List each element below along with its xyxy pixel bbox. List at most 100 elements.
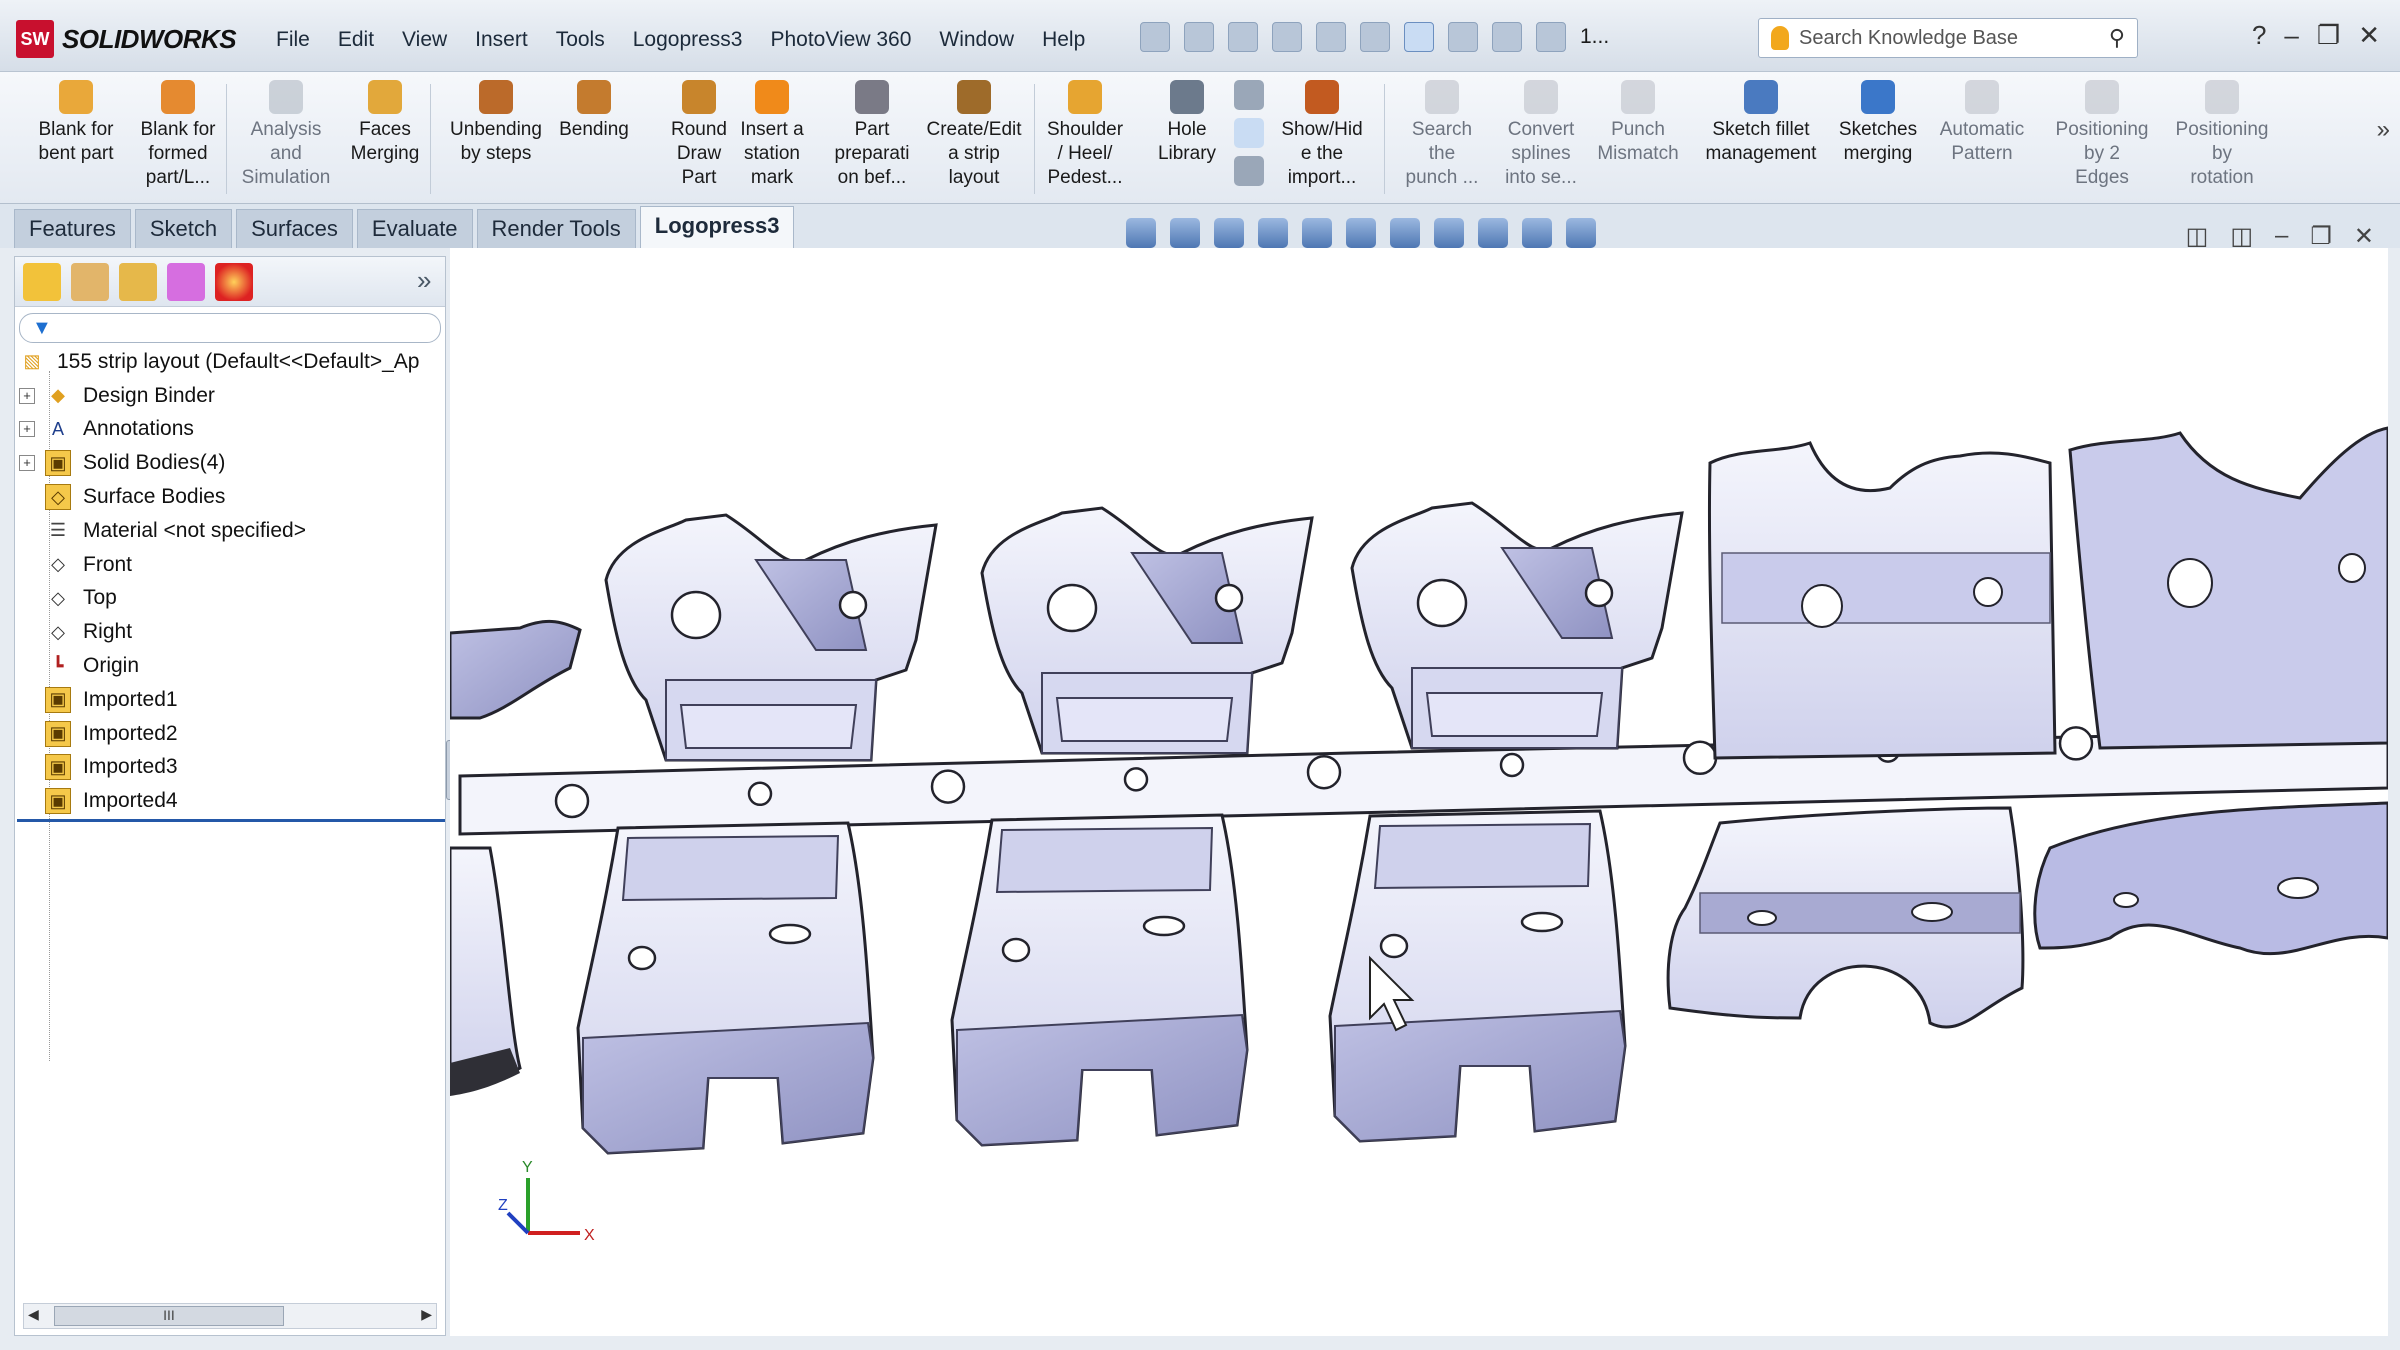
tool-faces-merge[interactable]: Faces Merging xyxy=(326,80,444,166)
tree-root-part[interactable]: ▧ 155 strip layout (Default<<Default>_Ap xyxy=(15,345,445,379)
file-properties-icon[interactable] xyxy=(1492,22,1522,52)
previous-view-icon[interactable] xyxy=(1258,218,1288,248)
section-view-icon[interactable] xyxy=(1302,218,1332,248)
tool-hole-library[interactable]: Hole Library xyxy=(1132,80,1242,166)
menu-insert[interactable]: Insert xyxy=(461,22,542,58)
configurationmanager-icon[interactable] xyxy=(119,262,157,301)
tool-position-2edges[interactable]: Positioning by 2 Edges xyxy=(2038,80,2166,190)
tree-item-imported1[interactable]: ▣ Imported1 xyxy=(15,683,445,717)
part-view-icon[interactable] xyxy=(1234,80,1264,110)
info-icon[interactable] xyxy=(1234,156,1264,186)
expand-icon[interactable]: + xyxy=(19,421,35,438)
solidworks-logo[interactable]: SW SOLIDWORKS xyxy=(16,20,237,58)
zoom-to-area-icon[interactable] xyxy=(1170,218,1200,248)
flat-blank-upper xyxy=(2068,426,2388,750)
tab-sketch[interactable]: Sketch xyxy=(134,209,233,248)
tree-item-front[interactable]: ◇ Front xyxy=(15,548,445,582)
pin-icon[interactable] xyxy=(1140,22,1170,52)
tree-item-right[interactable]: ◇ Right xyxy=(15,615,445,649)
tab-render-tools[interactable]: Render Tools xyxy=(476,209,636,248)
minimize-icon[interactable]: – xyxy=(2284,20,2298,51)
tree-item-solid-bodies-4[interactable]: + ▣ Solid Bodies(4) xyxy=(15,446,445,480)
tool-label-line: by 2 xyxy=(2084,143,2120,164)
view-orientation-icon[interactable] xyxy=(1346,218,1376,248)
hide-show-items-icon[interactable] xyxy=(1434,218,1464,248)
tool-punch-mismatch[interactable]: Punch Mismatch xyxy=(1578,80,1698,166)
search-icon[interactable]: ⚲ xyxy=(2109,25,2125,51)
tool-show-hide[interactable]: Show/Hid e the import... xyxy=(1262,80,1382,190)
menu-tools[interactable]: Tools xyxy=(542,22,619,58)
tool-sketch-fillet[interactable]: Sketch fillet management xyxy=(1686,80,1836,166)
menu-help[interactable]: Help xyxy=(1028,22,1099,58)
traffic-light-icon[interactable] xyxy=(1448,22,1478,52)
new-document-icon[interactable] xyxy=(1184,22,1214,52)
split-horizontal-icon[interactable]: ◫ xyxy=(2230,222,2253,251)
menu-window[interactable]: Window xyxy=(925,22,1028,58)
menu-logopress3[interactable]: Logopress3 xyxy=(619,22,757,58)
select-arrow-icon[interactable] xyxy=(1404,22,1434,52)
tree-item-top[interactable]: ◇ Top xyxy=(15,582,445,616)
edit-appearance-icon[interactable] xyxy=(1478,218,1508,248)
tree-item-origin[interactable]: ┗ Origin xyxy=(15,649,445,683)
scroll-left-icon[interactable]: ◀ xyxy=(28,1306,39,1323)
doc-close-icon[interactable]: ✕ xyxy=(2354,222,2374,251)
menu-edit[interactable]: Edit xyxy=(324,22,388,58)
scroll-thumb[interactable]: III xyxy=(54,1306,284,1326)
tool-station-mark[interactable]: Insert a station mark xyxy=(718,80,826,190)
tab-surfaces[interactable]: Surfaces xyxy=(236,209,353,248)
help-icon[interactable]: ? xyxy=(2252,20,2266,51)
options-list-icon[interactable] xyxy=(1536,22,1566,52)
tool-auto-pattern[interactable]: Automatic Pattern xyxy=(1916,80,2048,166)
displaymanager-icon[interactable] xyxy=(215,262,253,301)
display-style-icon[interactable] xyxy=(1390,218,1420,248)
close-icon[interactable]: ✕ xyxy=(2358,20,2380,51)
tool-bending[interactable]: Bending xyxy=(546,80,642,142)
tree-item-design-binder[interactable]: + ◆ Design Binder xyxy=(15,379,445,413)
doc-minimize-icon[interactable]: – xyxy=(2275,222,2288,251)
tree-item-imported4[interactable]: ▣ Imported4 xyxy=(15,784,445,818)
graphics-area[interactable]: Y X Z xyxy=(450,248,2388,1336)
menu-photoview-360[interactable]: PhotoView 360 xyxy=(756,22,925,58)
tree-item-material-not-specified[interactable]: ☰ Material <not specified> xyxy=(15,514,445,548)
toolbar-separator xyxy=(1034,84,1035,194)
tab-logopress3[interactable]: Logopress3 xyxy=(639,206,795,248)
quick-access-more[interactable]: 1... xyxy=(1580,25,1609,49)
menu-file[interactable]: File xyxy=(262,22,324,58)
panel-horizontal-scrollbar[interactable]: ◀ III ▶ xyxy=(23,1303,437,1329)
propertymanager-icon[interactable] xyxy=(71,262,109,301)
search-knowledge-base[interactable]: Search Knowledge Base ⚲ xyxy=(1758,18,2138,58)
print-icon[interactable] xyxy=(1316,22,1346,52)
dimxpertmanager-icon[interactable] xyxy=(167,262,205,301)
restore-icon[interactable]: ❐ xyxy=(2317,20,2340,51)
doc-restore-icon[interactable]: ❐ xyxy=(2310,222,2332,251)
apply-scene-icon[interactable] xyxy=(1522,218,1552,248)
tool-unbend[interactable]: Unbending by steps xyxy=(436,80,556,166)
pilot-hole xyxy=(1123,767,1149,792)
expand-panel-icon[interactable]: » xyxy=(417,265,431,296)
menu-view[interactable]: View xyxy=(388,22,461,58)
expand-icon[interactable]: + xyxy=(19,455,35,472)
tab-features[interactable]: Features xyxy=(14,209,131,248)
tool-blank-formed[interactable]: Blank for formed part/L... xyxy=(118,80,238,190)
save-icon[interactable] xyxy=(1272,22,1302,52)
select-station-icon[interactable] xyxy=(1234,118,1264,148)
tool-position-rotation[interactable]: Positioning by rotation xyxy=(2158,80,2286,190)
zoom-to-fit-icon[interactable] xyxy=(1126,218,1156,248)
open-folder-icon[interactable] xyxy=(1228,22,1258,52)
tree-filter-input[interactable]: ▼ xyxy=(19,313,441,343)
tree-item-annotations[interactable]: + A Annotations xyxy=(15,413,445,447)
scroll-right-icon[interactable]: ▶ xyxy=(421,1306,432,1323)
tab-evaluate[interactable]: Evaluate xyxy=(356,209,473,248)
formed-part-hole xyxy=(1416,578,1468,628)
tree-item-imported2[interactable]: ▣ Imported2 xyxy=(15,717,445,751)
tree-item-surface-bodies[interactable]: ◇ Surface Bodies xyxy=(15,480,445,514)
split-vertical-icon[interactable]: ◫ xyxy=(2186,222,2209,251)
toolbar-overflow-icon[interactable]: » xyxy=(2377,116,2390,144)
pan-icon[interactable] xyxy=(1214,218,1244,248)
rollback-bar[interactable] xyxy=(17,819,445,822)
expand-icon[interactable]: + xyxy=(19,387,35,404)
undo-icon[interactable] xyxy=(1360,22,1390,52)
featuremanager-tree-icon[interactable] xyxy=(23,262,61,301)
tree-item-imported3[interactable]: ▣ Imported3 xyxy=(15,751,445,785)
view-settings-icon[interactable] xyxy=(1566,218,1596,248)
